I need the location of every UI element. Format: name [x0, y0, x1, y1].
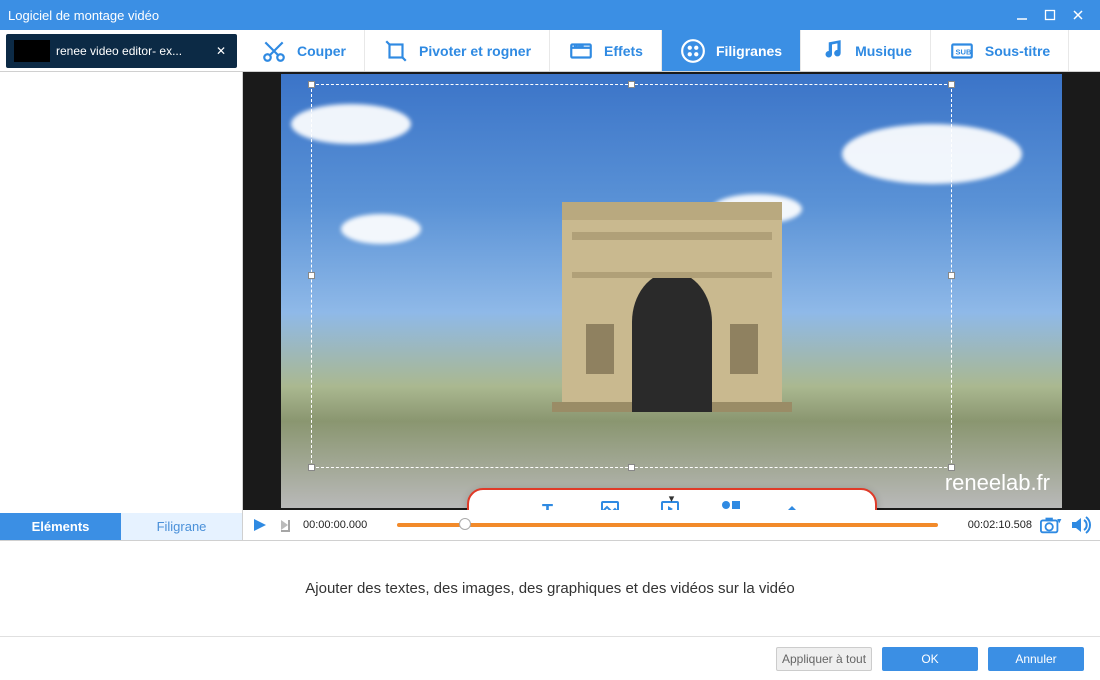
- step-button[interactable]: [277, 516, 295, 534]
- maximize-button[interactable]: [1036, 5, 1064, 25]
- tab-subtitle[interactable]: SUB Sous-titre: [931, 30, 1069, 71]
- add-eraser-button[interactable]: [778, 498, 806, 510]
- effects-icon: [568, 38, 594, 64]
- top-row: renee video editor- ex... ✕ Couper Pivot…: [0, 30, 1100, 72]
- cancel-button[interactable]: Annuler: [988, 647, 1084, 671]
- timeline-slider[interactable]: [397, 522, 938, 528]
- window-title: Logiciel de montage vidéo: [8, 8, 1008, 23]
- resize-handle-tr[interactable]: [948, 81, 955, 88]
- add-text-button[interactable]: T+: [538, 498, 566, 510]
- filetab-area: renee video editor- ex... ✕: [0, 30, 243, 71]
- file-tab-close-icon[interactable]: ✕: [213, 43, 229, 59]
- video-canvas: reneelab.fr: [281, 74, 1062, 508]
- watermark-icon: [680, 38, 706, 64]
- side-panel: Eléments Filigrane: [0, 72, 243, 540]
- file-thumbnail: [14, 40, 50, 62]
- snapshot-button[interactable]: ▾: [1040, 516, 1062, 534]
- resize-handle-bm[interactable]: [628, 464, 635, 471]
- time-end: 00:02:10.508: [952, 519, 1032, 531]
- main-area: Eléments Filigrane: [0, 72, 1100, 540]
- close-button[interactable]: [1064, 5, 1092, 25]
- play-button[interactable]: [251, 516, 269, 534]
- tab-effects[interactable]: Effets: [550, 30, 662, 71]
- svg-text:SUB: SUB: [955, 47, 972, 56]
- file-tab-label: renee video editor- ex...: [56, 44, 213, 58]
- titlebar: Logiciel de montage vidéo: [0, 0, 1100, 30]
- add-shape-button[interactable]: +: [718, 498, 746, 510]
- ok-button[interactable]: OK: [882, 647, 978, 671]
- volume-button[interactable]: [1070, 516, 1092, 534]
- bottom-buttons: Appliquer à tout OK Annuler: [0, 636, 1100, 680]
- sidetab-watermark[interactable]: Filigrane: [121, 513, 242, 540]
- svg-text:▾: ▾: [1056, 516, 1061, 525]
- time-start: 00:00:00.000: [303, 519, 383, 531]
- slider-thumb[interactable]: [459, 518, 471, 530]
- preview-column: reneelab.fr ▾ T+ + +: [243, 72, 1100, 540]
- minimize-button[interactable]: [1008, 5, 1036, 25]
- slider-track: [397, 523, 938, 527]
- video-preview[interactable]: reneelab.fr ▾ T+ + +: [243, 72, 1100, 510]
- file-tab[interactable]: renee video editor- ex... ✕: [6, 34, 237, 68]
- watermark-text: reneelab.fr: [945, 470, 1050, 496]
- resize-handle-ml[interactable]: [308, 272, 315, 279]
- tab-label: Musique: [855, 43, 912, 59]
- tab-label: Filigranes: [716, 43, 782, 59]
- apply-all-button[interactable]: Appliquer à tout: [776, 647, 872, 671]
- resize-handle-tl[interactable]: [308, 81, 315, 88]
- bottom-description: Ajouter des textes, des images, des grap…: [0, 541, 1100, 636]
- resize-handle-br[interactable]: [948, 464, 955, 471]
- tab-watermarks[interactable]: Filigranes: [662, 30, 801, 71]
- scissors-icon: [261, 38, 287, 64]
- tab-label: Couper: [297, 43, 346, 59]
- sidetab-elements[interactable]: Eléments: [0, 513, 121, 540]
- tab-label: Pivoter et rogner: [419, 43, 531, 59]
- music-icon: [819, 38, 845, 64]
- main-toolbar: Couper Pivoter et rogner Effets Filigran…: [243, 30, 1100, 71]
- side-tabs: Eléments Filigrane: [0, 513, 242, 540]
- tab-cut[interactable]: Couper: [243, 30, 365, 71]
- tab-music[interactable]: Musique: [801, 30, 931, 71]
- watermark-popup: ▾ T+ + + + Le temps actuel du slider ser…: [467, 488, 877, 510]
- bottom-panel: Ajouter des textes, des images, des grap…: [0, 540, 1100, 680]
- add-image-button[interactable]: +: [598, 498, 626, 510]
- resize-handle-bl[interactable]: [308, 464, 315, 471]
- tab-label: Effets: [604, 43, 643, 59]
- playback-controls: 00:00:00.000 00:02:10.508 ▾: [243, 510, 1100, 540]
- resize-handle-tm[interactable]: [628, 81, 635, 88]
- tab-label: Sous-titre: [985, 43, 1050, 59]
- selection-rect[interactable]: [311, 84, 952, 468]
- tab-rotate-crop[interactable]: Pivoter et rogner: [365, 30, 550, 71]
- chevron-down-icon[interactable]: ▾: [669, 492, 675, 505]
- crop-rotate-icon: [383, 38, 409, 64]
- svg-text:T: T: [542, 501, 553, 510]
- resize-handle-mr[interactable]: [948, 272, 955, 279]
- subtitle-icon: SUB: [949, 38, 975, 64]
